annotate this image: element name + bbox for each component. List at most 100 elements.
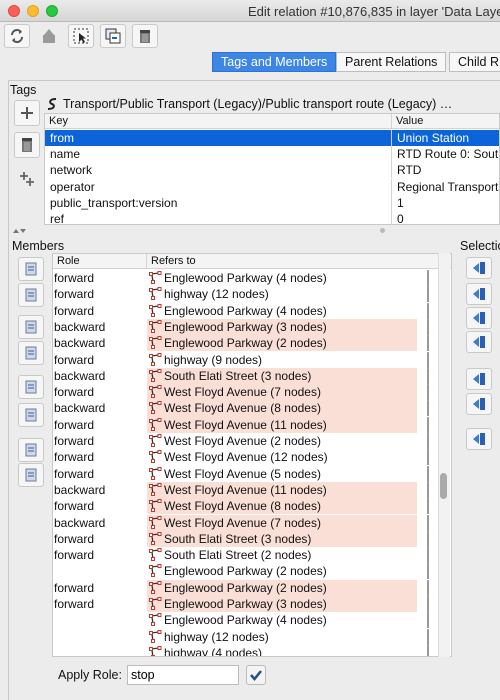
member-refers-to[interactable]: highway (9 nodes) <box>147 352 417 368</box>
member-row[interactable]: highway (4 nodes) <box>53 645 451 656</box>
member-refers-to[interactable]: Englewood Parkway (4 nodes) <box>147 612 417 628</box>
member-refers-to[interactable]: Englewood Parkway (4 nodes) <box>147 303 417 319</box>
member-refers-to[interactable]: South Elati Street (3 nodes) <box>147 530 417 548</box>
member-refers-to[interactable]: West Floyd Avenue (8 nodes) <box>147 400 417 417</box>
member-role[interactable]: forward <box>54 353 94 367</box>
member-role[interactable]: forward <box>54 271 94 285</box>
member-role[interactable]: forward <box>54 304 94 318</box>
member-refers-to[interactable]: South Elati Street (2 nodes) <box>147 547 417 563</box>
member-row[interactable]: forward Englewood Parkway (4 nodes) <box>53 302 451 319</box>
member-row[interactable]: forward South Elati Street (2 nodes) <box>53 547 451 564</box>
member-row[interactable]: forward West Floyd Avenue (5 nodes) <box>53 465 451 482</box>
member-row[interactable]: forward South Elati Street (3 nodes) <box>53 530 451 548</box>
tab-tags-and-members[interactable]: Tags and Members <box>212 52 337 72</box>
member-row[interactable]: forward West Floyd Avenue (7 nodes) <box>53 384 451 401</box>
member-refers-to[interactable]: Englewood Parkway (4 nodes) <box>147 270 417 286</box>
member-row[interactable]: backward West Floyd Avenue (11 nodes) <box>53 481 451 499</box>
member-role[interactable]: forward <box>54 532 94 546</box>
tag-value[interactable]: Regional Transporta <box>397 180 499 194</box>
member-refers-to[interactable]: Englewood Parkway (3 nodes) <box>147 596 417 613</box>
member-role[interactable]: backward <box>54 336 105 350</box>
member-refers-to[interactable]: West Floyd Avenue (12 nodes) <box>147 449 417 465</box>
tag-value[interactable]: 1 <box>397 196 404 210</box>
members-table[interactable]: Role Refers to forward Englewood Parkway … <box>52 253 452 657</box>
select-add-before-button[interactable] <box>466 283 492 305</box>
member-refers-to[interactable]: Englewood Parkway (2 nodes) <box>147 579 417 596</box>
member-row[interactable]: highway (12 nodes) <box>53 628 451 645</box>
select-add-last-button[interactable] <box>466 331 492 353</box>
tag-row[interactable]: name RTD Route 0: South <box>45 146 499 163</box>
apply-role-input[interactable] <box>127 665 239 685</box>
add-tag-button[interactable] <box>14 100 40 126</box>
member-role[interactable]: forward <box>54 548 94 562</box>
member-refers-to[interactable]: West Floyd Avenue (11 nodes) <box>147 481 417 499</box>
member-role[interactable]: backward <box>54 369 105 383</box>
paste-tags-button[interactable] <box>14 166 40 192</box>
tag-row[interactable]: from Union Station <box>45 130 499 146</box>
member-role[interactable]: forward <box>54 597 94 611</box>
move-up-button[interactable] <box>18 257 44 281</box>
member-row[interactable]: forward West Floyd Avenue (2 nodes) <box>53 433 451 450</box>
member-row[interactable]: forward highway (12 nodes) <box>53 286 451 303</box>
tag-key[interactable]: operator <box>50 180 95 194</box>
member-row[interactable]: forward West Floyd Avenue (8 nodes) <box>53 498 451 515</box>
member-row[interactable]: forward Englewood Parkway (4 nodes) <box>53 270 451 287</box>
member-role[interactable]: backward <box>54 401 105 415</box>
member-refers-to[interactable]: West Floyd Avenue (7 nodes) <box>147 384 417 401</box>
tag-value[interactable]: RTD Route 0: South <box>397 147 499 161</box>
tab-child-relations[interactable]: Child R <box>449 52 500 72</box>
minimize-window-button[interactable] <box>27 5 39 17</box>
member-row[interactable]: forward highway (9 nodes) <box>53 351 451 368</box>
apply-changes-button[interactable] <box>36 24 62 48</box>
member-refers-to[interactable]: Englewood Parkway (3 nodes) <box>147 318 417 336</box>
member-row[interactable]: backward South Elati Street (3 nodes) <box>53 367 451 385</box>
remove-member-button[interactable] <box>18 341 44 365</box>
member-refers-to[interactable]: West Floyd Avenue (11 nodes) <box>147 416 417 433</box>
member-refers-to[interactable]: highway (12 nodes) <box>147 629 417 645</box>
select-in-list-button[interactable] <box>466 393 492 415</box>
maximize-window-button[interactable] <box>46 5 58 17</box>
member-row[interactable]: forward West Floyd Avenue (12 nodes) <box>53 449 451 466</box>
member-row[interactable]: backward Englewood Parkway (2 nodes) <box>53 335 451 352</box>
tag-row[interactable]: ref 0 <box>45 211 499 224</box>
tab-parent-relations[interactable]: Parent Relations <box>336 52 447 72</box>
member-row[interactable]: Englewood Parkway (4 nodes) <box>53 612 451 629</box>
tag-key[interactable]: from <box>50 131 74 145</box>
select-add-first-button[interactable] <box>466 257 492 279</box>
add-selected-after-button[interactable] <box>18 463 44 487</box>
member-role[interactable]: forward <box>54 467 94 481</box>
column-header-role[interactable]: Role <box>53 254 147 269</box>
preset-path[interactable]: Transport/Public Transport (Legacy)/Publ… <box>46 97 452 111</box>
tag-value[interactable]: Union Station <box>397 131 469 145</box>
reverse-members-button[interactable] <box>18 403 44 427</box>
member-role[interactable]: forward <box>54 385 94 399</box>
member-role[interactable]: backward <box>54 483 105 497</box>
column-header-refers-to[interactable]: Refers to <box>147 254 451 269</box>
refresh-button[interactable] <box>4 24 30 48</box>
remove-selected-button[interactable] <box>466 428 492 450</box>
tags-members-splitter[interactable] <box>8 228 500 234</box>
select-add-after-button[interactable] <box>466 307 492 329</box>
member-role[interactable]: forward <box>54 581 94 595</box>
member-refers-to[interactable]: West Floyd Avenue (5 nodes) <box>147 466 417 482</box>
sort-members-button[interactable] <box>18 375 44 399</box>
member-refers-to[interactable]: West Floyd Avenue (7 nodes) <box>147 514 417 531</box>
tag-key[interactable]: public_transport:version <box>50 196 177 210</box>
member-row[interactable]: forward Englewood Parkway (2 nodes) <box>53 579 451 596</box>
member-row[interactable]: backward West Floyd Avenue (7 nodes) <box>53 514 451 531</box>
member-row[interactable]: forward Englewood Parkway (3 nodes) <box>53 596 451 613</box>
member-refers-to[interactable]: Englewood Parkway (2 nodes) <box>147 563 417 579</box>
column-header-key[interactable]: Key <box>45 114 392 129</box>
member-role[interactable]: forward <box>54 434 94 448</box>
member-role[interactable]: forward <box>54 450 94 464</box>
member-role[interactable]: backward <box>54 320 105 334</box>
member-refers-to[interactable]: Englewood Parkway (2 nodes) <box>147 335 417 352</box>
tag-key[interactable]: name <box>50 147 80 161</box>
member-role[interactable]: forward <box>54 418 94 432</box>
select-members-button[interactable] <box>466 368 492 390</box>
members-scrollbar-thumb[interactable] <box>440 473 447 499</box>
delete-relation-button[interactable] <box>132 24 158 48</box>
member-role[interactable]: forward <box>54 499 94 513</box>
select-in-map-button[interactable] <box>68 24 94 48</box>
member-row[interactable]: backward West Floyd Avenue (8 nodes) <box>53 400 451 417</box>
